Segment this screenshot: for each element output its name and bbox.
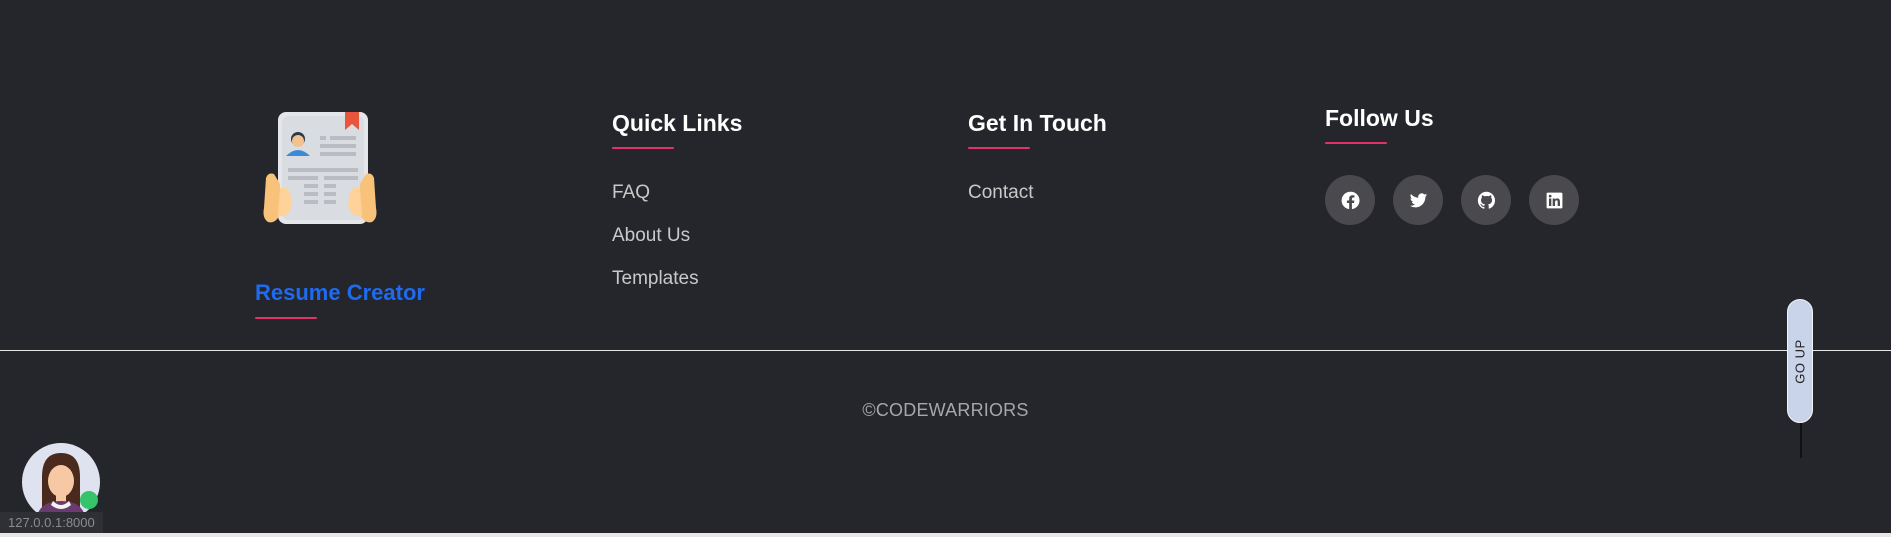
get-in-touch-section: Get In Touch Contact bbox=[968, 110, 1268, 224]
brand-section: Resume Creator bbox=[255, 106, 515, 319]
browser-status-url: 127.0.0.1:8000 bbox=[0, 512, 103, 533]
brand-name[interactable]: Resume Creator bbox=[255, 280, 425, 306]
footer-top: Resume Creator Quick Links FAQ About Us … bbox=[0, 0, 1891, 350]
follow-us-underline bbox=[1325, 142, 1387, 144]
social-links bbox=[1325, 175, 1625, 225]
follow-us-heading: Follow Us bbox=[1325, 105, 1434, 131]
linkedin-icon bbox=[1546, 192, 1562, 208]
get-in-touch-heading: Get In Touch bbox=[968, 110, 1107, 136]
get-in-touch-underline bbox=[968, 147, 1030, 149]
go-up-button[interactable]: GO UP bbox=[1787, 299, 1813, 423]
quick-links-heading: Quick Links bbox=[612, 110, 743, 136]
get-in-touch-list: Contact bbox=[968, 181, 1268, 224]
resume-logo-icon bbox=[263, 112, 377, 224]
go-up-label: GO UP bbox=[1792, 338, 1808, 384]
quick-links-list: FAQ About Us Templates bbox=[612, 181, 912, 310]
follow-us-section: Follow Us bbox=[1325, 105, 1625, 225]
copyright-text: ©CODEWARRIORS bbox=[862, 400, 1029, 420]
online-status-dot bbox=[80, 491, 98, 509]
link-templates[interactable]: Templates bbox=[612, 267, 912, 310]
user-avatar-icon bbox=[36, 453, 86, 521]
footer-divider bbox=[0, 350, 1891, 351]
link-contact[interactable]: Contact bbox=[968, 181, 1268, 224]
chat-avatar[interactable] bbox=[22, 443, 100, 521]
github-button[interactable] bbox=[1461, 175, 1511, 225]
link-about-us[interactable]: About Us bbox=[612, 224, 912, 267]
brand-underline bbox=[255, 317, 317, 319]
go-up-string bbox=[1800, 423, 1802, 458]
twitter-icon bbox=[1409, 192, 1427, 207]
quick-links-section: Quick Links FAQ About Us Templates bbox=[612, 110, 912, 310]
window-bottom-edge bbox=[0, 533, 1891, 537]
facebook-icon bbox=[1341, 191, 1359, 209]
twitter-button[interactable] bbox=[1393, 175, 1443, 225]
linkedin-button[interactable] bbox=[1529, 175, 1579, 225]
quick-links-underline bbox=[612, 147, 674, 149]
github-icon bbox=[1477, 191, 1495, 209]
facebook-button[interactable] bbox=[1325, 175, 1375, 225]
link-faq[interactable]: FAQ bbox=[612, 181, 912, 224]
